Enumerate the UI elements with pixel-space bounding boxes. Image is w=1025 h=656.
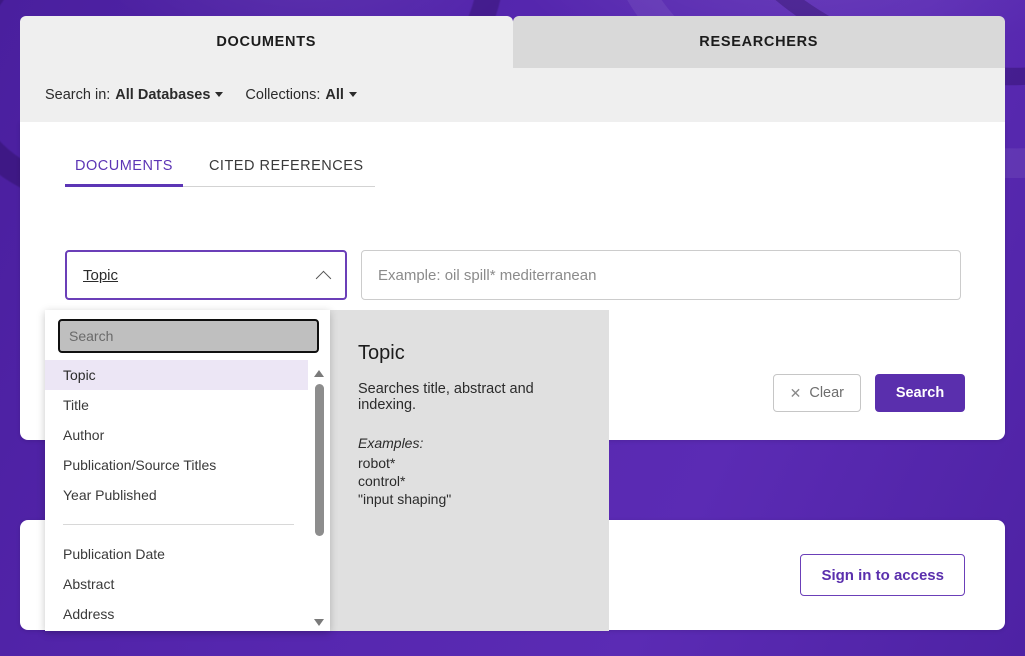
collections-selector[interactable]: Collections: All (245, 87, 357, 103)
dropdown-option-year-published[interactable]: Year Published (45, 480, 308, 510)
dropdown-option-abstract[interactable]: Abstract (45, 569, 308, 599)
clear-button-label: Clear (809, 385, 844, 401)
tooltip-title: Topic (358, 342, 405, 364)
dropdown-search-wrapper (45, 310, 330, 360)
chevron-down-icon (215, 92, 224, 97)
dropdown-option-list: Topic Title Author Publication/Source Ti… (45, 360, 330, 629)
collections-selector-value: All (325, 87, 344, 103)
dropdown-option-label: Abstract (63, 576, 115, 592)
tooltip-example-2: control* (358, 473, 406, 490)
dropdown-option-author[interactable]: Author (45, 420, 308, 450)
tab-documents[interactable]: DOCUMENTS (20, 16, 513, 68)
collections-selector-label: Collections: (245, 87, 321, 103)
database-selector-label: Search in: (45, 87, 111, 103)
tab-researchers-label: RESEARCHERS (699, 34, 819, 50)
search-actions: ✕ Clear Search (772, 374, 965, 412)
dropdown-option-label: Address (63, 606, 115, 622)
dropdown-option-title[interactable]: Title (45, 390, 308, 420)
search-query-input[interactable] (361, 250, 961, 300)
dropdown-scrollbar[interactable] (312, 366, 326, 626)
dropdown-option-address[interactable]: Address (45, 599, 308, 629)
field-info-tooltip: Topic Searches title, abstract and index… (328, 310, 609, 631)
database-selector-value: All Databases (115, 87, 211, 103)
database-selector[interactable]: Search in: All Databases (45, 87, 224, 103)
dropdown-option-label: Year Published (63, 487, 157, 503)
dropdown-divider (63, 524, 294, 525)
clear-button[interactable]: ✕ Clear (772, 374, 861, 412)
dropdown-option-publication-source-titles[interactable]: Publication/Source Titles (45, 450, 308, 480)
search-query-row: Topic (65, 250, 961, 300)
tooltip-examples-label: Examples: (358, 435, 424, 451)
sign-in-to-access-button[interactable]: Sign in to access (800, 554, 965, 596)
subtab-documents-label: DOCUMENTS (75, 158, 173, 174)
dropdown-option-label: Title (63, 397, 89, 413)
search-button[interactable]: Search (875, 374, 965, 412)
primary-tab-strip: DOCUMENTS RESEARCHERS (20, 16, 1005, 68)
tab-documents-label: DOCUMENTS (216, 34, 317, 50)
dropdown-option-label: Publication Date (63, 546, 165, 562)
secondary-tab-strip: DOCUMENTS CITED REFERENCES (65, 154, 375, 187)
triangle-down-icon[interactable] (314, 619, 324, 626)
dropdown-option-topic[interactable]: Topic (45, 360, 308, 390)
close-x-icon: ✕ (789, 385, 802, 401)
subtab-documents[interactable]: DOCUMENTS (65, 154, 183, 187)
dropdown-option-label: Author (63, 427, 105, 443)
chevron-up-icon (315, 270, 332, 286)
search-field-select-value: Topic (83, 266, 119, 284)
subtab-cited-references-label: CITED REFERENCES (208, 158, 364, 174)
triangle-up-icon[interactable] (314, 370, 324, 377)
subtab-cited-references[interactable]: CITED REFERENCES (199, 154, 374, 186)
chevron-down-icon (348, 92, 357, 97)
tooltip-example-3: "input shaping" (358, 491, 452, 508)
search-field-dropdown: Topic Title Author Publication/Source Ti… (45, 310, 330, 631)
search-field-select[interactable]: Topic (65, 250, 347, 300)
dropdown-option-label: Publication/Source Titles (63, 457, 217, 473)
dropdown-option-label: Topic (63, 367, 96, 383)
dropdown-search-input[interactable] (58, 319, 319, 353)
tooltip-example-1: robot* (358, 455, 396, 471)
search-scope-bar: Search in: All Databases Collections: Al… (20, 68, 1005, 122)
tab-researchers[interactable]: RESEARCHERS (512, 16, 1005, 68)
scrollbar-thumb[interactable] (314, 384, 324, 536)
tooltip-description: Searches title, abstract and indexing. (358, 381, 534, 413)
dropdown-option-publication-date[interactable]: Publication Date (45, 539, 308, 569)
